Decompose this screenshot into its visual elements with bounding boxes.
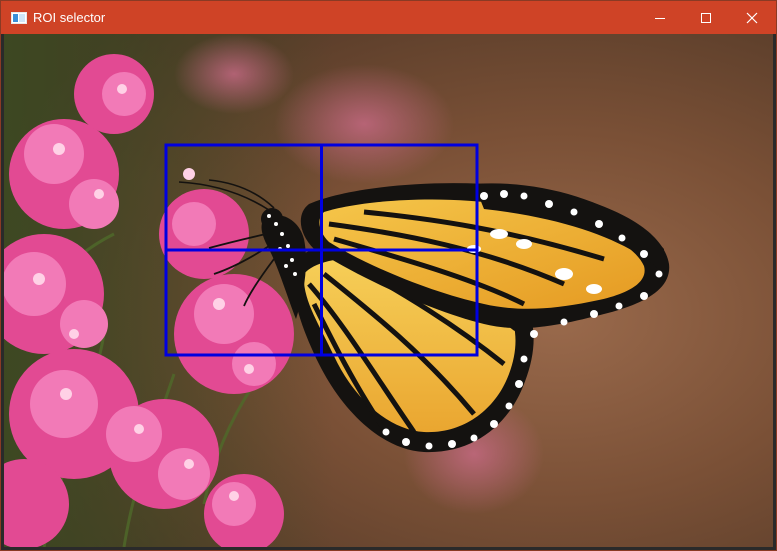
minimize-button[interactable] [637,1,683,34]
title-bar[interactable]: ROI selector [1,1,776,34]
maximize-button[interactable] [683,1,729,34]
close-icon [746,12,758,23]
window-app-icon [11,11,27,24]
maximize-icon [701,12,711,23]
image-canvas[interactable] [4,34,773,547]
roi-selector-window: ROI selector [0,0,777,551]
close-button[interactable] [729,1,775,34]
butterfly-photo [4,34,773,547]
window-title: ROI selector [33,10,106,25]
minimize-icon [655,17,665,19]
